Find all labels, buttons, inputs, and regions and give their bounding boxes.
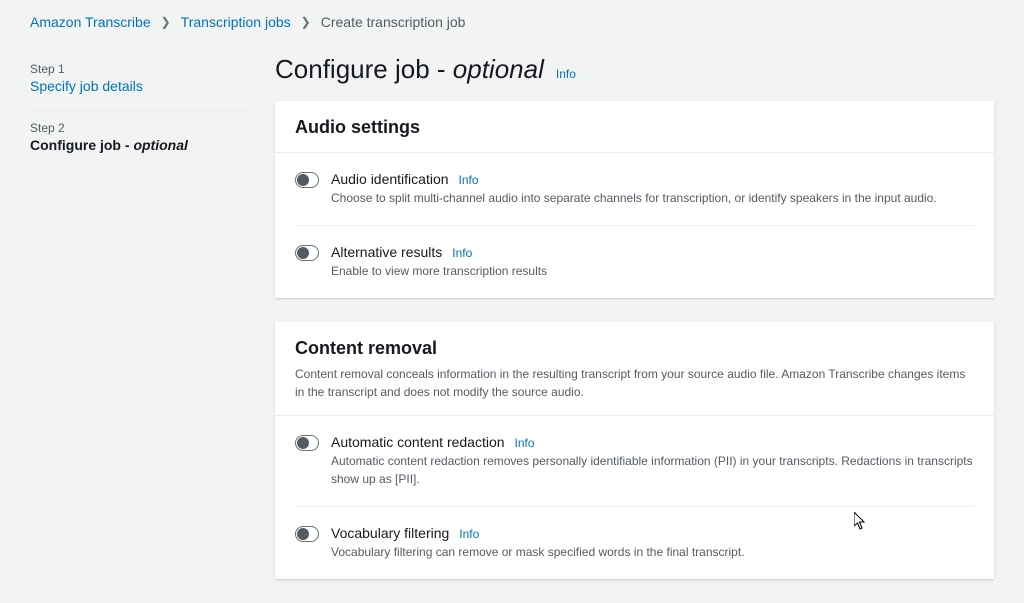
breadcrumb-link-service[interactable]: Amazon Transcribe	[30, 14, 151, 30]
setting-desc: Vocabulary filtering can remove or mask …	[331, 543, 974, 561]
page-title-em: optional	[453, 54, 544, 84]
setting-title: Alternative results	[331, 244, 442, 260]
step-current-em: optional	[133, 137, 187, 153]
wizard-step-2: Step 2 Configure job - optional	[30, 110, 255, 169]
info-link-page[interactable]: Info	[556, 67, 576, 81]
toggle-alternative-results[interactable]	[295, 245, 319, 261]
panel-title: Content removal	[295, 338, 974, 359]
page-title: Configure job - optional Info	[275, 54, 994, 85]
setting-title: Vocabulary filtering	[331, 525, 449, 541]
toggle-content-redaction[interactable]	[295, 435, 319, 451]
panel-header: Content removal Content removal conceals…	[275, 322, 994, 416]
breadcrumb: Amazon Transcribe ❯ Transcription jobs ❯…	[0, 0, 1024, 44]
page-title-text: Configure job	[275, 54, 437, 84]
setting-title: Automatic content redaction	[331, 434, 505, 450]
step-link-specify-details[interactable]: Specify job details	[30, 78, 143, 94]
step-current-text: Configure job -	[30, 137, 133, 153]
info-link-vocabulary-filtering[interactable]: Info	[459, 527, 479, 541]
main-content: Configure job - optional Info Audio sett…	[275, 44, 994, 603]
toggle-audio-identification[interactable]	[295, 172, 319, 188]
breadcrumb-current: Create transcription job	[321, 14, 466, 30]
chevron-right-icon: ❯	[301, 15, 311, 29]
wizard-step-1: Step 1 Specify job details	[30, 62, 255, 110]
wizard-sidebar: Step 1 Specify job details Step 2 Config…	[30, 44, 255, 603]
setting-row-audio-identification: Audio identification Info Choose to spli…	[295, 153, 974, 225]
setting-desc: Automatic content redaction removes pers…	[331, 452, 974, 488]
setting-desc: Enable to view more transcription result…	[331, 262, 974, 280]
setting-title: Audio identification	[331, 171, 449, 187]
info-link-alternative-results[interactable]: Info	[452, 246, 472, 260]
toggle-vocabulary-filtering[interactable]	[295, 526, 319, 542]
info-link-content-redaction[interactable]: Info	[515, 436, 535, 450]
step-number-label: Step 2	[30, 121, 255, 135]
breadcrumb-link-jobs[interactable]: Transcription jobs	[181, 14, 291, 30]
panel-audio-settings: Audio settings Audio identification Info…	[275, 101, 994, 298]
page-title-sep: -	[437, 54, 453, 84]
panel-header: Audio settings	[275, 101, 994, 153]
chevron-right-icon: ❯	[161, 15, 171, 29]
panel-desc: Content removal conceals information in …	[295, 365, 974, 401]
setting-row-vocabulary-filtering: Vocabulary filtering Info Vocabulary fil…	[295, 506, 974, 579]
panel-content-removal: Content removal Content removal conceals…	[275, 322, 994, 579]
setting-desc: Choose to split multi-channel audio into…	[331, 189, 974, 207]
setting-row-alternative-results: Alternative results Info Enable to view …	[295, 225, 974, 298]
info-link-audio-identification[interactable]: Info	[459, 173, 479, 187]
step-current-configure: Configure job - optional	[30, 137, 255, 153]
step-number-label: Step 1	[30, 62, 255, 76]
panel-title: Audio settings	[295, 117, 974, 138]
setting-row-content-redaction: Automatic content redaction Info Automat…	[295, 416, 974, 506]
